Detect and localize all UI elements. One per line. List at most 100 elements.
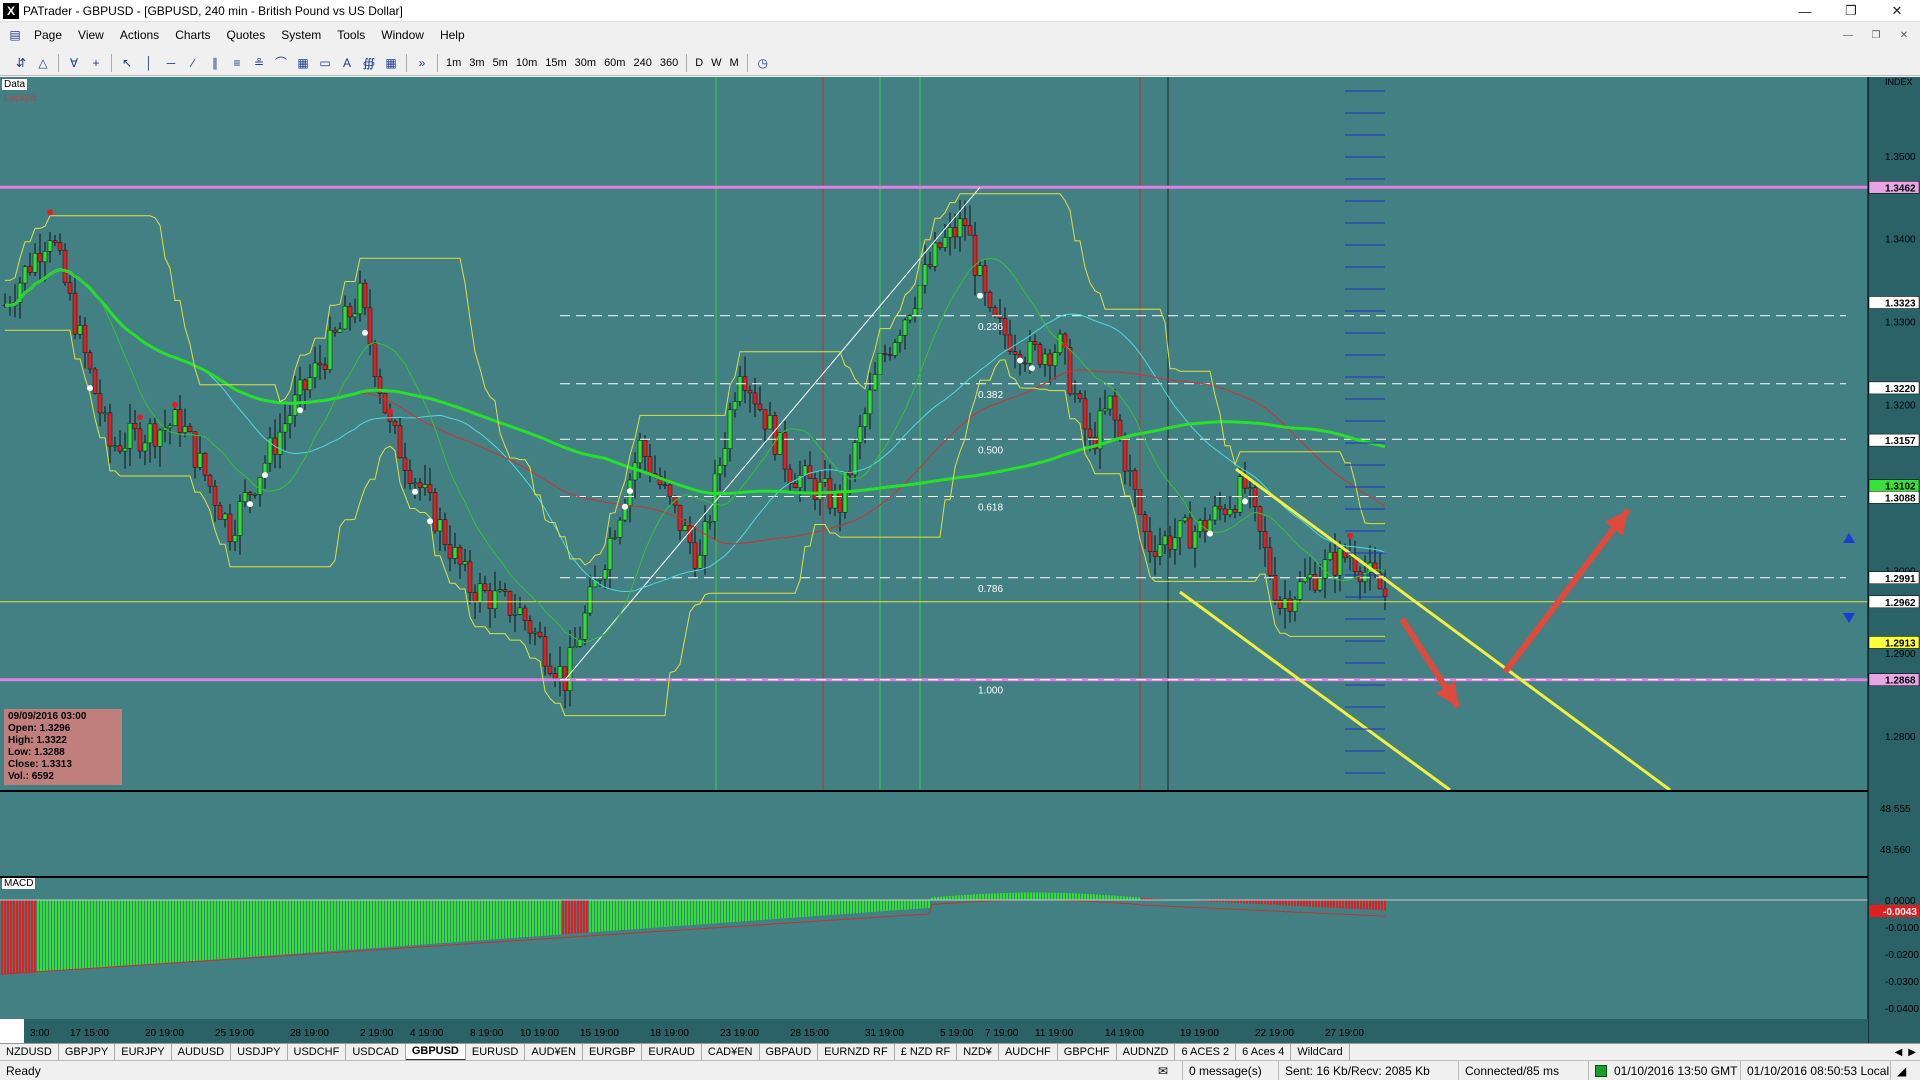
candle-body xyxy=(682,525,688,531)
fib-label: 0.618 xyxy=(978,503,1003,514)
buy-sell-icon[interactable]: ⇵ xyxy=(10,53,32,73)
resize-grip-icon[interactable]: ◢ xyxy=(1890,1061,1906,1080)
tab-gbpjpy[interactable]: GBPJPY xyxy=(59,1043,116,1061)
tab-usdchf[interactable]: USDCHF xyxy=(288,1043,347,1061)
candle-body xyxy=(1262,531,1268,549)
timeframe-1m[interactable]: 1m xyxy=(442,53,465,73)
signal-marker xyxy=(47,209,53,216)
timeframe-60m[interactable]: 60m xyxy=(600,53,629,73)
menu-window[interactable]: Window xyxy=(373,24,432,46)
tab-6-aces-2[interactable]: 6 ACES 2 xyxy=(1175,1043,1237,1061)
timeframe-360[interactable]: 360 xyxy=(656,53,682,73)
fib-fan-icon[interactable]: ≗ xyxy=(248,53,270,73)
template-icon[interactable]: ▦ xyxy=(380,53,402,73)
tab-eurgbp[interactable]: EURGBP xyxy=(583,1043,643,1061)
menu-actions[interactable]: Actions xyxy=(112,24,167,46)
chart-type-icon[interactable]: ∀ xyxy=(63,53,85,73)
tab-nzdusd[interactable]: NZDUSD xyxy=(0,1043,59,1061)
tab-wildcard[interactable]: WildCard xyxy=(1291,1043,1350,1061)
info-high: High: 1.3322 xyxy=(8,735,67,746)
candle-body xyxy=(957,218,963,238)
text-icon[interactable]: A xyxy=(336,53,358,73)
timeframe-30m[interactable]: 30m xyxy=(571,53,600,73)
candle-body xyxy=(302,379,308,391)
tab--nzd-rf[interactable]: £ NZD RF xyxy=(895,1043,958,1061)
tab-6-aces-4[interactable]: 6 Aces 4 xyxy=(1236,1043,1292,1061)
menu-charts[interactable]: Charts xyxy=(167,24,218,46)
rectangle-icon[interactable]: ▭ xyxy=(314,53,336,73)
candle-body xyxy=(192,431,198,468)
menu-view[interactable]: View xyxy=(70,24,112,46)
timeframe-10m[interactable]: 10m xyxy=(512,53,541,73)
period-daily[interactable]: D xyxy=(691,53,707,73)
maximize-button[interactable]: ❐ xyxy=(1828,0,1874,22)
tab-audusd[interactable]: AUDUSD xyxy=(172,1043,232,1061)
up-arrow xyxy=(1502,508,1631,674)
timeframe-5m[interactable]: 5m xyxy=(489,53,512,73)
menu-tools[interactable]: Tools xyxy=(329,24,373,46)
cursor-icon[interactable]: ↖ xyxy=(116,53,138,73)
menu-page[interactable]: Page xyxy=(26,24,70,46)
period-weekly[interactable]: W xyxy=(707,53,725,73)
candle-body xyxy=(1252,487,1258,508)
tab-eurusd[interactable]: EURUSD xyxy=(466,1043,526,1061)
candle-body xyxy=(197,452,203,468)
horizontal-line-icon[interactable]: ─ xyxy=(160,53,182,73)
toolbar-overflow[interactable]: » xyxy=(411,53,433,73)
candle-body xyxy=(1022,362,1028,365)
tab-gbpusd[interactable]: GBPUSD xyxy=(405,1043,466,1061)
tab-usdjpy[interactable]: USDJPY xyxy=(231,1043,288,1061)
chart-area[interactable]: 0.236 0.382 0.500 0.618 0.786 1.000 1.3500 1.3… xyxy=(0,77,1920,1043)
tab-eurnzd-rf[interactable]: EURNZD RF xyxy=(818,1043,895,1061)
gann-icon[interactable]: ▦ xyxy=(292,53,314,73)
tab-audchf[interactable]: AUDCHF xyxy=(999,1043,1058,1061)
tab-audnzd[interactable]: AUDNZD xyxy=(1117,1043,1176,1061)
price-chart[interactable]: 0.236 0.382 0.500 0.618 0.786 1.000 1.3500 1.3… xyxy=(0,77,1920,1043)
candle-body xyxy=(867,389,873,415)
tab-gbpchf[interactable]: GBPCHF xyxy=(1058,1043,1117,1061)
mdi-minimize-button[interactable]: — xyxy=(1836,26,1860,44)
close-button[interactable]: ✕ xyxy=(1874,0,1920,22)
menu-quotes[interactable]: Quotes xyxy=(219,24,274,46)
vertical-line-icon[interactable]: │ xyxy=(138,53,160,73)
candle-body xyxy=(1237,476,1243,513)
candle-body xyxy=(1297,581,1303,600)
tab-gbpaud[interactable]: GBPAUD xyxy=(760,1043,819,1061)
tab-prev-icon[interactable]: ◀ xyxy=(1895,1047,1903,1058)
timeframe-3m[interactable]: 3m xyxy=(465,53,488,73)
chart-window-icon[interactable]: ▤ xyxy=(4,25,26,45)
menu-help[interactable]: Help xyxy=(432,24,473,46)
minimize-button[interactable]: — xyxy=(1782,0,1828,22)
tab-aud-en[interactable]: AUD¥EN xyxy=(525,1043,583,1061)
channel-icon[interactable]: ∥ xyxy=(204,53,226,73)
mdi-close-button[interactable]: ✕ xyxy=(1892,26,1916,44)
fib-arc-icon[interactable]: ⌒ xyxy=(270,53,292,73)
tab-cad-en[interactable]: CAD¥EN xyxy=(702,1043,760,1061)
candle-body xyxy=(607,538,613,570)
fibonacci-icon[interactable]: ≡ xyxy=(226,53,248,73)
tab-eurjpy[interactable]: EURJPY xyxy=(115,1043,172,1061)
period-monthly[interactable]: M xyxy=(726,53,743,73)
candle-body xyxy=(1332,551,1338,576)
order-icon[interactable]: △ xyxy=(32,53,54,73)
menu-system[interactable]: System xyxy=(273,24,329,46)
candle-body xyxy=(172,409,178,426)
candle-body xyxy=(557,666,563,679)
timeframe-15m[interactable]: 15m xyxy=(541,53,570,73)
crosshair-icon[interactable]: + xyxy=(85,53,107,73)
trendline-icon[interactable]: ∕ xyxy=(182,53,204,73)
tab-usdcad[interactable]: USDCAD xyxy=(346,1043,406,1061)
candle-body xyxy=(462,561,468,565)
tab-next-icon[interactable]: ▶ xyxy=(1908,1047,1916,1058)
tab-nzd-[interactable]: NZD¥ xyxy=(957,1043,999,1061)
candle-body xyxy=(82,325,88,353)
clock-icon[interactable]: ◷ xyxy=(752,53,774,73)
timeframe-240[interactable]: 240 xyxy=(629,53,655,73)
candle-body xyxy=(687,525,693,544)
candle-body xyxy=(157,429,163,447)
time-tick: 31 19:00 xyxy=(865,1028,904,1039)
indicator-icon[interactable]: ∰ xyxy=(358,53,380,73)
message-icon[interactable]: ✉ xyxy=(1152,1061,1168,1080)
mdi-restore-button[interactable]: ❐ xyxy=(1864,26,1888,44)
tab-euraud[interactable]: EURAUD xyxy=(642,1043,702,1061)
